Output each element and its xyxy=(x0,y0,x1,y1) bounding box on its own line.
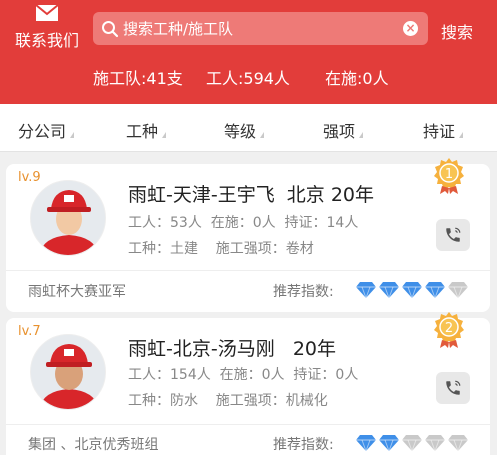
filter-label: 持证 xyxy=(423,122,456,141)
filter-label: 工种 xyxy=(126,122,159,141)
team-name: 雨虹-天津-王宇飞 北京 20年 xyxy=(128,184,375,206)
card-divider xyxy=(6,270,490,271)
gold-medal-icon: 1 xyxy=(434,158,464,194)
filter-label: 分公司 xyxy=(18,122,67,141)
contact-us-label: 联系我们 xyxy=(14,31,79,50)
filter-trade[interactable]: 工种 xyxy=(126,118,167,142)
dropdown-triangle-icon xyxy=(359,132,364,138)
envelope-icon xyxy=(35,4,59,21)
diamond-filled-icon xyxy=(356,282,376,298)
worker-portrait-icon xyxy=(31,181,105,255)
level-badge: lv.7 xyxy=(18,324,41,339)
diamond-filled-icon xyxy=(356,435,376,451)
team-card[interactable]: lv.9 雨虹-天津-王宇飞 北京 20年 工人：53人 在施：0人 持证：14… xyxy=(6,158,490,312)
recommend-label: 推荐指数: xyxy=(273,437,334,453)
card-divider xyxy=(6,424,490,425)
filter-strength[interactable]: 强项 xyxy=(323,118,364,142)
search-icon xyxy=(102,21,119,38)
recommend-label: 推荐指数: xyxy=(273,284,334,300)
filter-label: 等级 xyxy=(224,122,257,141)
dropdown-triangle-icon xyxy=(162,132,167,138)
filter-bar: 分公司 工种 等级 强项 持证 xyxy=(0,104,497,152)
team-name: 雨虹-北京-汤马刚 20年 xyxy=(128,338,337,360)
diamond-filled-icon xyxy=(379,435,399,451)
app-header: 联系我们 × 搜索 施工队:41支 工人:594人 在施:0人 xyxy=(0,0,497,104)
avatar xyxy=(30,334,106,410)
worker-count: 工人:594人 xyxy=(206,69,290,88)
summary-stats: 施工队:41支 工人:594人 在施:0人 xyxy=(0,65,497,89)
dropdown-triangle-icon xyxy=(260,132,265,138)
honor-text: 集团 、北京优秀班组 xyxy=(28,437,159,453)
diamond-filled-icon xyxy=(425,282,445,298)
diamond-empty-icon xyxy=(448,435,468,451)
diamond-filled-icon xyxy=(402,282,422,298)
filter-branch[interactable]: 分公司 xyxy=(18,118,75,142)
filter-grade[interactable]: 等级 xyxy=(224,118,265,142)
diamond-empty-icon xyxy=(402,435,422,451)
team-skills: 工种：防水 施工强项：机械化 xyxy=(128,393,328,409)
contact-us-button[interactable]: 联系我们 xyxy=(8,4,86,51)
dropdown-triangle-icon xyxy=(70,132,75,138)
phone-icon xyxy=(446,227,461,242)
filter-label: 强项 xyxy=(323,122,356,141)
search-button[interactable]: 搜索 xyxy=(441,19,473,43)
svg-text:2: 2 xyxy=(445,321,453,336)
svg-text:1: 1 xyxy=(445,167,453,182)
team-stats: 工人：53人 在施：0人 持证：14人 xyxy=(128,215,359,231)
phone-icon xyxy=(446,380,461,395)
clear-search-icon[interactable]: × xyxy=(403,21,418,36)
diamond-empty-icon xyxy=(425,435,445,451)
avatar xyxy=(30,180,106,256)
diamond-filled-icon xyxy=(379,282,399,298)
level-badge: lv.9 xyxy=(18,170,41,185)
team-count: 施工队:41支 xyxy=(93,69,183,88)
worker-portrait-icon xyxy=(31,335,105,409)
honor-text: 雨虹杯大赛亚军 xyxy=(28,284,126,300)
search-box[interactable]: × xyxy=(93,12,428,45)
dropdown-triangle-icon xyxy=(459,132,464,138)
diamond-empty-icon xyxy=(448,282,468,298)
team-stats: 工人：154人 在施：0人 持证：0人 xyxy=(128,367,359,383)
active-count: 在施:0人 xyxy=(325,69,389,88)
filter-certificate[interactable]: 持证 xyxy=(423,118,464,142)
call-button[interactable] xyxy=(436,372,470,404)
silver-medal-icon: 2 xyxy=(434,312,464,348)
team-card[interactable]: lv.7 雨虹-北京-汤马刚 20年 工人：154人 在施：0人 持证：0人 工… xyxy=(6,312,490,455)
team-skills: 工种：土建 施工强项：卷材 xyxy=(128,241,314,257)
call-button[interactable] xyxy=(436,219,470,251)
search-input[interactable] xyxy=(123,16,393,41)
